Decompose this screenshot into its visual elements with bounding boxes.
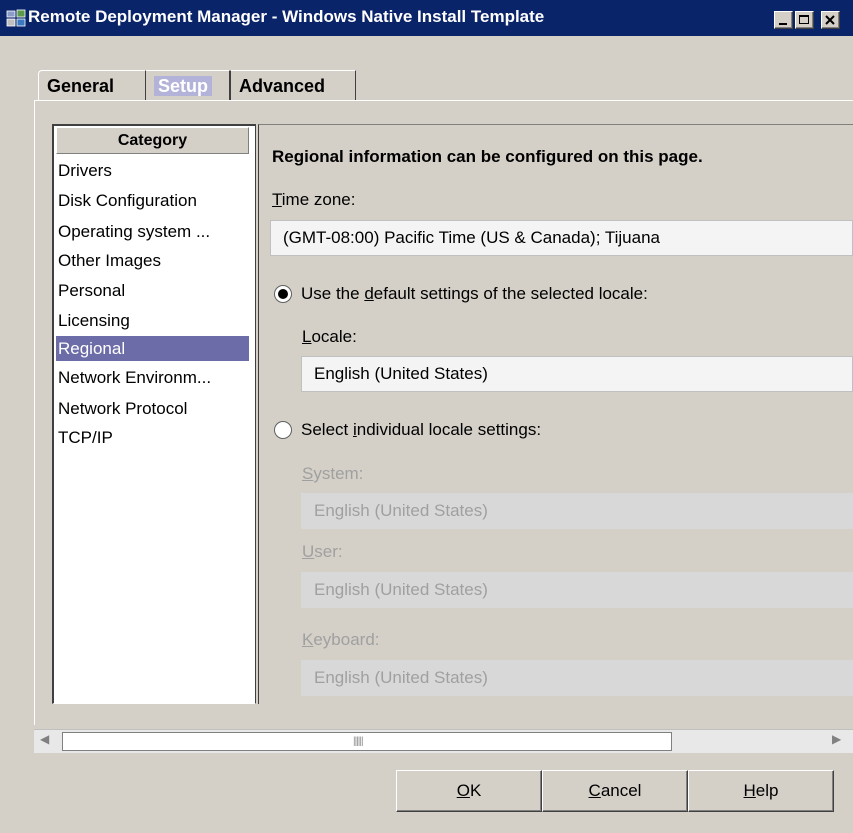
sidebar-item-licensing[interactable]: Licensing <box>56 308 249 333</box>
ok-label: K <box>469 781 482 800</box>
tab-general-label: General <box>47 76 115 96</box>
sidebar-item-regional[interactable]: Regional <box>56 336 249 361</box>
system-label-mnemonic: S <box>302 464 314 483</box>
default-locale-radio[interactable] <box>274 285 292 303</box>
cancel-label: ancel <box>600 781 642 800</box>
timezone-label-mnemonic: T <box>272 190 282 209</box>
keyboard-label-text: eyboard: <box>313 630 380 649</box>
cancel-mnemonic: C <box>588 781 601 800</box>
ok-mnemonic: O <box>456 781 470 800</box>
locale-label-text: ocale: <box>311 327 357 346</box>
individual-locale-label[interactable]: Select individual locale settings: <box>301 420 541 440</box>
sidebar-item-disk-configuration[interactable]: Disk Configuration <box>56 188 249 213</box>
help-mnemonic: H <box>743 781 756 800</box>
sidebar-item-network-environment[interactable]: Network Environm... <box>56 365 249 390</box>
locale-select[interactable]: English (United States) <box>301 356 853 392</box>
keyboard-label: Keyboard: <box>302 630 380 650</box>
sidebar-item-drivers[interactable]: Drivers <box>56 158 249 183</box>
scroll-left-icon[interactable]: ◀ <box>40 732 49 746</box>
radio-dot <box>278 289 288 299</box>
timezone-label-text: ime zone: <box>281 190 356 209</box>
help-label: elp <box>755 781 779 800</box>
individual-locale-label-pre: Select <box>301 420 353 439</box>
minimize-icon <box>779 23 787 25</box>
window-title: Remote Deployment Manager - Windows Nati… <box>28 7 545 26</box>
ok-button[interactable]: OK <box>396 770 542 812</box>
close-icon <box>825 15 835 25</box>
tab-advanced[interactable]: Advanced <box>230 70 356 100</box>
keyboard-label-mnemonic: K <box>302 630 314 649</box>
category-header[interactable]: Category <box>56 127 249 154</box>
system-locale-select[interactable]: English (United States) <box>301 493 853 529</box>
app-icon <box>6 9 26 27</box>
sidebar-item-operating-system[interactable]: Operating system ... <box>56 219 249 244</box>
timezone-label: Time zone: <box>272 190 355 210</box>
tab-setup[interactable]: Setup <box>146 70 230 100</box>
user-locale-select[interactable]: English (United States) <box>301 572 853 608</box>
sidebar-item-personal[interactable]: Personal <box>56 278 249 303</box>
scrollbar-grip-icon: |||||| <box>353 736 364 747</box>
minimize-button[interactable] <box>774 11 793 29</box>
page-heading: Regional information can be configured o… <box>272 147 703 166</box>
timezone-select[interactable]: (GMT-08:00) Pacific Time (US & Canada); … <box>270 220 853 256</box>
close-button[interactable] <box>821 11 840 29</box>
default-locale-label-post: efault settings of the selected locale: <box>373 284 648 303</box>
cancel-button[interactable]: Cancel <box>542 770 688 812</box>
system-label-text: ystem: <box>313 464 364 483</box>
sidebar-item-other-images[interactable]: Other Images <box>56 248 249 273</box>
help-button[interactable]: Help <box>688 770 834 812</box>
regional-settings-panel <box>258 124 853 704</box>
individual-locale-radio[interactable] <box>274 421 292 439</box>
default-locale-mnemonic: d <box>364 284 374 303</box>
tab-general[interactable]: General <box>38 70 146 100</box>
default-locale-label-pre: Use the <box>301 284 365 303</box>
individual-locale-label-post: ndividual locale settings: <box>356 420 542 439</box>
tab-setup-label: Setup <box>154 76 213 96</box>
keyboard-locale-select[interactable]: English (United States) <box>301 660 853 696</box>
sidebar-item-tcpip[interactable]: TCP/IP <box>56 425 249 450</box>
user-label: User: <box>302 542 343 562</box>
tab-advanced-label: Advanced <box>239 76 326 96</box>
locale-label: Locale: <box>302 327 357 347</box>
default-locale-label[interactable]: Use the default settings of the selected… <box>301 284 648 304</box>
user-label-text: ser: <box>314 542 343 561</box>
maximize-icon <box>799 15 809 24</box>
system-label: System: <box>302 464 363 484</box>
maximize-button[interactable] <box>795 11 814 29</box>
sidebar-item-network-protocol[interactable]: Network Protocol <box>56 396 249 421</box>
user-label-mnemonic: U <box>302 542 315 561</box>
scroll-right-icon[interactable]: ▶ <box>832 732 841 746</box>
